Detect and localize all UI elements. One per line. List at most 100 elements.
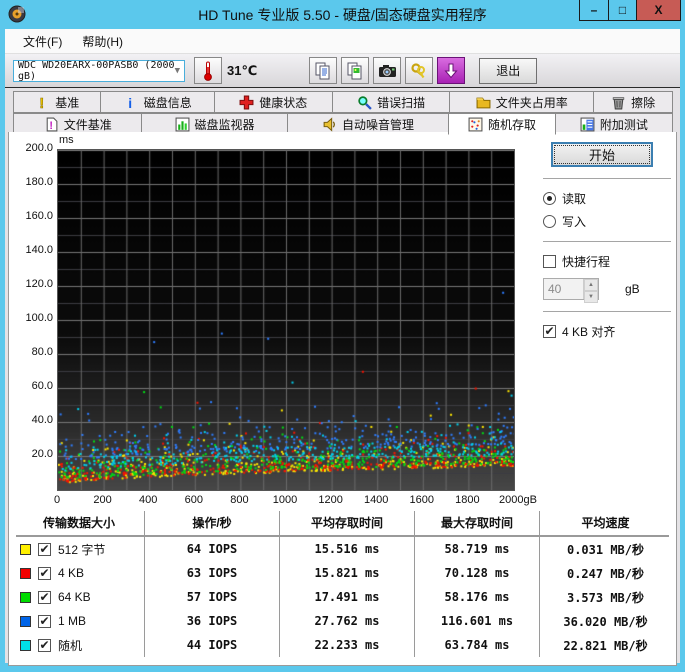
svg-text:!: !: [49, 120, 53, 132]
avg-access-time: 15.821 ms: [279, 561, 414, 585]
menu-help[interactable]: 帮助(H): [72, 30, 133, 53]
spin-down-icon[interactable]: ▼: [584, 291, 598, 303]
screenshot-button[interactable]: [373, 57, 402, 84]
temperature-value: 31℃: [227, 62, 258, 78]
iops-value: 44 IOPS: [144, 633, 279, 657]
avg-speed: 36.020 MB/秒: [539, 609, 671, 633]
tab-info[interactable]: i 磁盘信息: [100, 91, 215, 113]
copy-image-button[interactable]: [341, 57, 370, 84]
folder-icon: [476, 95, 491, 109]
tab-label: 擦除: [631, 95, 656, 110]
stats-row-label: ✔ 1 MB: [14, 609, 144, 633]
tab-folder[interactable]: 文件夹占用率: [449, 91, 595, 113]
shortstroke-checkbox[interactable]: 快捷行程: [543, 253, 671, 270]
series-label: 随机: [58, 638, 83, 653]
avg-access-time: 27.762 ms: [279, 609, 414, 633]
y-tick-label: 160.0: [25, 210, 53, 222]
x-tick-label: 1600: [409, 494, 435, 506]
write-radio[interactable]: 写入: [543, 213, 671, 230]
tab-trash[interactable]: 擦除: [593, 91, 673, 113]
checkbox-icon: [543, 255, 556, 268]
tab-label: 磁盘监视器: [194, 117, 255, 132]
series-checkbox[interactable]: ✔: [38, 542, 51, 556]
drive-select[interactable]: WDC WD20EARX-00PASB0 (2000 gB) ▼: [13, 59, 185, 82]
maximize-button[interactable]: □: [607, 0, 638, 21]
max-access-time: 58.176 ms: [414, 585, 539, 609]
keys-icon: [411, 62, 426, 78]
x-tick-label: 0: [53, 494, 61, 506]
series-color-swatch: [20, 543, 31, 555]
series-color-swatch: [20, 567, 31, 579]
x-tick-label: 400: [139, 494, 158, 506]
copy-image-icon: [347, 62, 362, 79]
avg-speed: 0.031 MB/秒: [539, 537, 671, 561]
separator: [543, 311, 671, 312]
test-controls: 开始 读取 写入 快捷行程 40 ▲ ▼ gB ✔ 4 KB 对齐: [543, 142, 671, 346]
copy-text-button[interactable]: [309, 57, 338, 84]
series-checkbox[interactable]: ✔: [38, 566, 51, 580]
iops-value: 64 IOPS: [144, 537, 279, 561]
x-tick-label: 1800: [455, 494, 480, 506]
tab-health-cross[interactable]: 健康状态: [213, 91, 333, 113]
copy-text-icon: [315, 62, 330, 79]
x-tick-label: 1400: [363, 494, 389, 506]
start-button[interactable]: 开始: [551, 142, 653, 167]
trash-icon: [611, 95, 626, 110]
tab-label: 随机存取: [487, 117, 536, 132]
stats-row-label: ✔ 4 KB: [14, 561, 144, 585]
read-radio-label: 读取: [562, 192, 587, 206]
radio-icon: [543, 192, 556, 205]
health-cross-icon: [239, 95, 254, 110]
stats-row-label: ✔ 随机: [14, 633, 144, 657]
iops-value: 63 IOPS: [144, 561, 279, 585]
series-checkbox[interactable]: ✔: [38, 614, 51, 628]
read-radio[interactable]: 读取: [543, 190, 671, 207]
align-checkbox[interactable]: ✔ 4 KB 对齐: [543, 323, 671, 340]
file-bench-icon: !: [44, 117, 59, 132]
title-bar[interactable]: HD Tune 专业版 5.50 - 硬盘/固态硬盘实用程序 – □ X: [0, 0, 685, 29]
series-label: 512 字节: [58, 542, 106, 557]
series-checkbox[interactable]: ✔: [38, 638, 51, 652]
temperature-button[interactable]: [194, 57, 222, 84]
y-tick-label: 180.0: [25, 176, 53, 188]
series-checkbox[interactable]: ✔: [38, 590, 51, 604]
write-radio-label: 写入: [562, 215, 587, 229]
tab-label: 健康状态: [259, 95, 308, 110]
tab-exclamation[interactable]: ! 基准: [13, 91, 102, 113]
access-time-chart: ms 200.0 180.0 160.0 140.0 120.0 100.0 80.0 60.…: [9, 132, 539, 507]
update-button[interactable]: [437, 57, 466, 84]
svg-text:i: i: [128, 95, 132, 110]
tab-scatter[interactable]: 随机存取: [448, 113, 556, 135]
tab-magnifier[interactable]: 错误扫描: [331, 91, 451, 113]
info-icon: i: [124, 95, 139, 111]
y-tick-label: 40.0: [31, 414, 53, 426]
spin-up-icon[interactable]: ▲: [584, 279, 598, 291]
iops-value: 36 IOPS: [144, 609, 279, 633]
x-tick-label: 1000: [272, 494, 298, 506]
stats-row-label: ✔ 64 KB: [14, 585, 144, 609]
avg-access-time: 15.516 ms: [279, 537, 414, 561]
avg-access-time: 17.491 ms: [279, 585, 414, 609]
series-label: 64 KB: [58, 590, 91, 604]
max-access-time: 58.719 ms: [414, 537, 539, 561]
options-button[interactable]: [405, 57, 434, 84]
y-tick-label: 80.0: [31, 346, 53, 358]
drive-select-value: WDC WD20EARX-00PASB0 (2000 gB): [18, 59, 175, 82]
spinner[interactable]: ▲ ▼: [583, 279, 598, 303]
menu-file[interactable]: 文件(F): [13, 30, 72, 53]
minimize-button[interactable]: –: [579, 0, 609, 21]
tab-label: 磁盘信息: [143, 95, 192, 110]
tab-label: 自动噪音管理: [341, 117, 414, 132]
tab-label: 附加测试: [599, 117, 648, 132]
separator: [543, 241, 671, 242]
exit-button[interactable]: 退出: [479, 57, 538, 84]
tab-label: 文件夹占用率: [495, 95, 568, 110]
iops-value: 57 IOPS: [144, 585, 279, 609]
stats-header: 平均速度: [539, 511, 671, 535]
thermometer-icon: [204, 61, 212, 81]
hdtune-window: HD Tune 专业版 5.50 - 硬盘/固态硬盘实用程序 – □ X 文件(…: [0, 0, 685, 672]
close-button[interactable]: X: [636, 0, 681, 21]
shortstroke-size-input[interactable]: 40 ▲ ▼: [543, 278, 599, 303]
camera-icon: [378, 64, 396, 77]
avg-speed: 0.247 MB/秒: [539, 561, 671, 585]
